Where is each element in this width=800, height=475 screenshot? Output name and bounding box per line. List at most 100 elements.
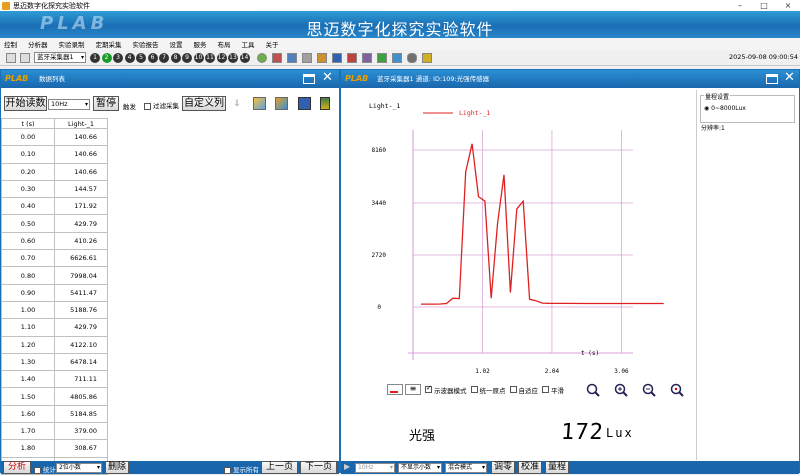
refresh-icon[interactable] bbox=[257, 52, 267, 63]
sensor-rate-select[interactable]: 10Hz ▾ bbox=[355, 462, 395, 473]
mode-select[interactable]: 混合模式 ▾ bbox=[445, 462, 487, 473]
cell-light[interactable]: 171.92 bbox=[54, 197, 108, 216]
range-option[interactable]: ◉ 0~8000Lux bbox=[704, 105, 746, 112]
cell-time[interactable]: 1.80 bbox=[1, 439, 55, 458]
cell-time[interactable]: 1.50 bbox=[1, 387, 55, 406]
channel-3[interactable]: 3 bbox=[113, 52, 123, 63]
cell-light[interactable]: 5188.76 bbox=[54, 300, 108, 320]
download-icon[interactable]: ⇓ bbox=[233, 99, 241, 109]
cell-time[interactable]: 1.00 bbox=[1, 300, 55, 320]
open-folder-icon[interactable] bbox=[275, 97, 288, 110]
menu-control[interactable]: 控制 bbox=[4, 39, 17, 49]
channel-4[interactable]: 4 bbox=[124, 52, 135, 63]
table-row[interactable]: 1.80 308.67 bbox=[1, 439, 108, 458]
cell-light[interactable]: 4122.10 bbox=[54, 335, 108, 354]
save-icon[interactable] bbox=[332, 52, 342, 63]
sensor-decimals-select[interactable]: 不显示小数 ▾ bbox=[398, 462, 442, 473]
cell-light[interactable]: 140.66 bbox=[54, 127, 108, 147]
channel-11[interactable]: 11 bbox=[205, 52, 215, 63]
delete-icon[interactable] bbox=[347, 52, 357, 63]
zoom-reset-icon[interactable] bbox=[670, 383, 684, 397]
table-row[interactable]: 0.80 7998.04 bbox=[1, 266, 108, 285]
cell-light[interactable]: 379.00 bbox=[54, 422, 108, 441]
table-row[interactable]: 0.70 6626.61 bbox=[1, 249, 108, 268]
cell-time[interactable]: 0.30 bbox=[1, 179, 55, 199]
cell-light[interactable]: 308.67 bbox=[54, 439, 108, 458]
maximize-icon[interactable] bbox=[303, 74, 315, 84]
close-icon[interactable]: ✕ bbox=[322, 71, 333, 85]
rate-select[interactable]: 10Hz ▾ bbox=[48, 99, 90, 110]
cell-light[interactable]: 5184.85 bbox=[54, 404, 108, 424]
custom-columns-button[interactable]: 自定义列 bbox=[182, 96, 226, 111]
unify-origin-checkbox[interactable] bbox=[470, 386, 478, 393]
channel-2[interactable]: 2 bbox=[101, 52, 112, 63]
column-header-light[interactable]: Light-_1 bbox=[54, 118, 108, 129]
menu-recording[interactable]: 实验录制 bbox=[59, 39, 85, 49]
next-page-button[interactable]: 下一页 bbox=[300, 461, 337, 474]
close-button[interactable]: × bbox=[776, 0, 800, 11]
delete-button[interactable]: 删除 bbox=[105, 461, 129, 474]
cell-light[interactable]: 7998.04 bbox=[54, 266, 108, 285]
line-style-select[interactable]: ≡ bbox=[405, 384, 421, 395]
cell-time[interactable]: 1.20 bbox=[1, 335, 55, 354]
osc-mode-checkbox[interactable] bbox=[425, 384, 432, 393]
cell-light[interactable]: 429.79 bbox=[54, 318, 108, 337]
cell-light[interactable]: 140.66 bbox=[54, 162, 108, 181]
channel-5[interactable]: 5 bbox=[136, 52, 146, 63]
image-icon[interactable] bbox=[317, 52, 327, 63]
table-row[interactable]: 0.90 5411.47 bbox=[1, 283, 108, 302]
menu-report[interactable]: 实验报告 bbox=[133, 39, 159, 49]
table-row[interactable]: 1.10 429.79 bbox=[1, 318, 108, 337]
maximize-button[interactable]: □ bbox=[752, 0, 776, 11]
channel-6[interactable]: 6 bbox=[147, 52, 158, 63]
cell-time[interactable]: 1.70 bbox=[1, 422, 55, 441]
cell-light[interactable]: 6626.61 bbox=[54, 249, 108, 268]
channel-10[interactable]: 10 bbox=[193, 52, 204, 63]
menu-scheduled[interactable]: 定期采集 bbox=[96, 39, 122, 49]
cell-time[interactable]: 1.10 bbox=[1, 318, 55, 337]
menu-layout[interactable]: 布局 bbox=[218, 39, 231, 49]
maximize-icon[interactable] bbox=[766, 74, 778, 84]
cell-time[interactable]: 0.70 bbox=[1, 249, 55, 268]
table-row[interactable]: 1.40 711.11 bbox=[1, 370, 108, 389]
cell-time[interactable]: 1.40 bbox=[1, 370, 55, 389]
menu-analyzer[interactable]: 分析器 bbox=[28, 39, 48, 49]
table-row[interactable]: 0.40 171.92 bbox=[1, 197, 108, 216]
minimize-button[interactable]: – bbox=[728, 0, 752, 11]
table-row[interactable]: 0.00 140.66 bbox=[1, 127, 108, 147]
play-icon[interactable]: ▶ bbox=[344, 462, 350, 471]
channel-13[interactable]: 13 bbox=[228, 52, 238, 63]
battery-icon[interactable] bbox=[422, 52, 432, 63]
table-row[interactable]: 0.20 140.66 bbox=[1, 162, 108, 181]
channel-7[interactable]: 7 bbox=[159, 52, 169, 63]
cell-time[interactable]: 0.10 bbox=[1, 145, 55, 164]
grid-icon[interactable] bbox=[287, 52, 297, 63]
channel-8[interactable]: 8 bbox=[170, 52, 181, 63]
cell-light[interactable]: 144.57 bbox=[54, 179, 108, 199]
stats-checkbox[interactable] bbox=[34, 466, 41, 474]
cell-light[interactable]: 711.11 bbox=[54, 370, 108, 389]
menu-settings[interactable]: 设置 bbox=[170, 39, 183, 49]
chart-export-icon[interactable] bbox=[253, 97, 266, 110]
table-row[interactable]: 0.10 140.66 bbox=[1, 145, 108, 164]
menu-service[interactable]: 服务 bbox=[194, 39, 207, 49]
channel-14[interactable]: 14 bbox=[239, 52, 250, 63]
stop-icon[interactable] bbox=[6, 52, 16, 63]
cell-time[interactable]: 0.00 bbox=[1, 127, 55, 147]
cell-time[interactable]: 0.90 bbox=[1, 283, 55, 302]
zoom-fit-icon[interactable] bbox=[586, 383, 600, 397]
cell-light[interactable]: 410.26 bbox=[54, 231, 108, 251]
table-row[interactable]: 1.20 4122.10 bbox=[1, 335, 108, 354]
cell-time[interactable]: 0.80 bbox=[1, 266, 55, 285]
collector-select[interactable]: 蓝牙采集器1 ▾ bbox=[34, 52, 86, 63]
cell-time[interactable]: 1.60 bbox=[1, 404, 55, 424]
table-row[interactable]: 1.50 4805.86 bbox=[1, 387, 108, 406]
table-row[interactable]: 1.30 6478.14 bbox=[1, 352, 108, 372]
menu-tools[interactable]: 工具 bbox=[242, 39, 255, 49]
cell-time[interactable]: 1.30 bbox=[1, 352, 55, 372]
line-color-select[interactable] bbox=[387, 384, 403, 395]
cell-light[interactable]: 6478.14 bbox=[54, 352, 108, 372]
table-row[interactable]: 1.00 5188.76 bbox=[1, 300, 108, 320]
show-all-checkbox[interactable] bbox=[224, 466, 231, 474]
start-reading-button[interactable]: 开始读数 bbox=[4, 96, 47, 111]
